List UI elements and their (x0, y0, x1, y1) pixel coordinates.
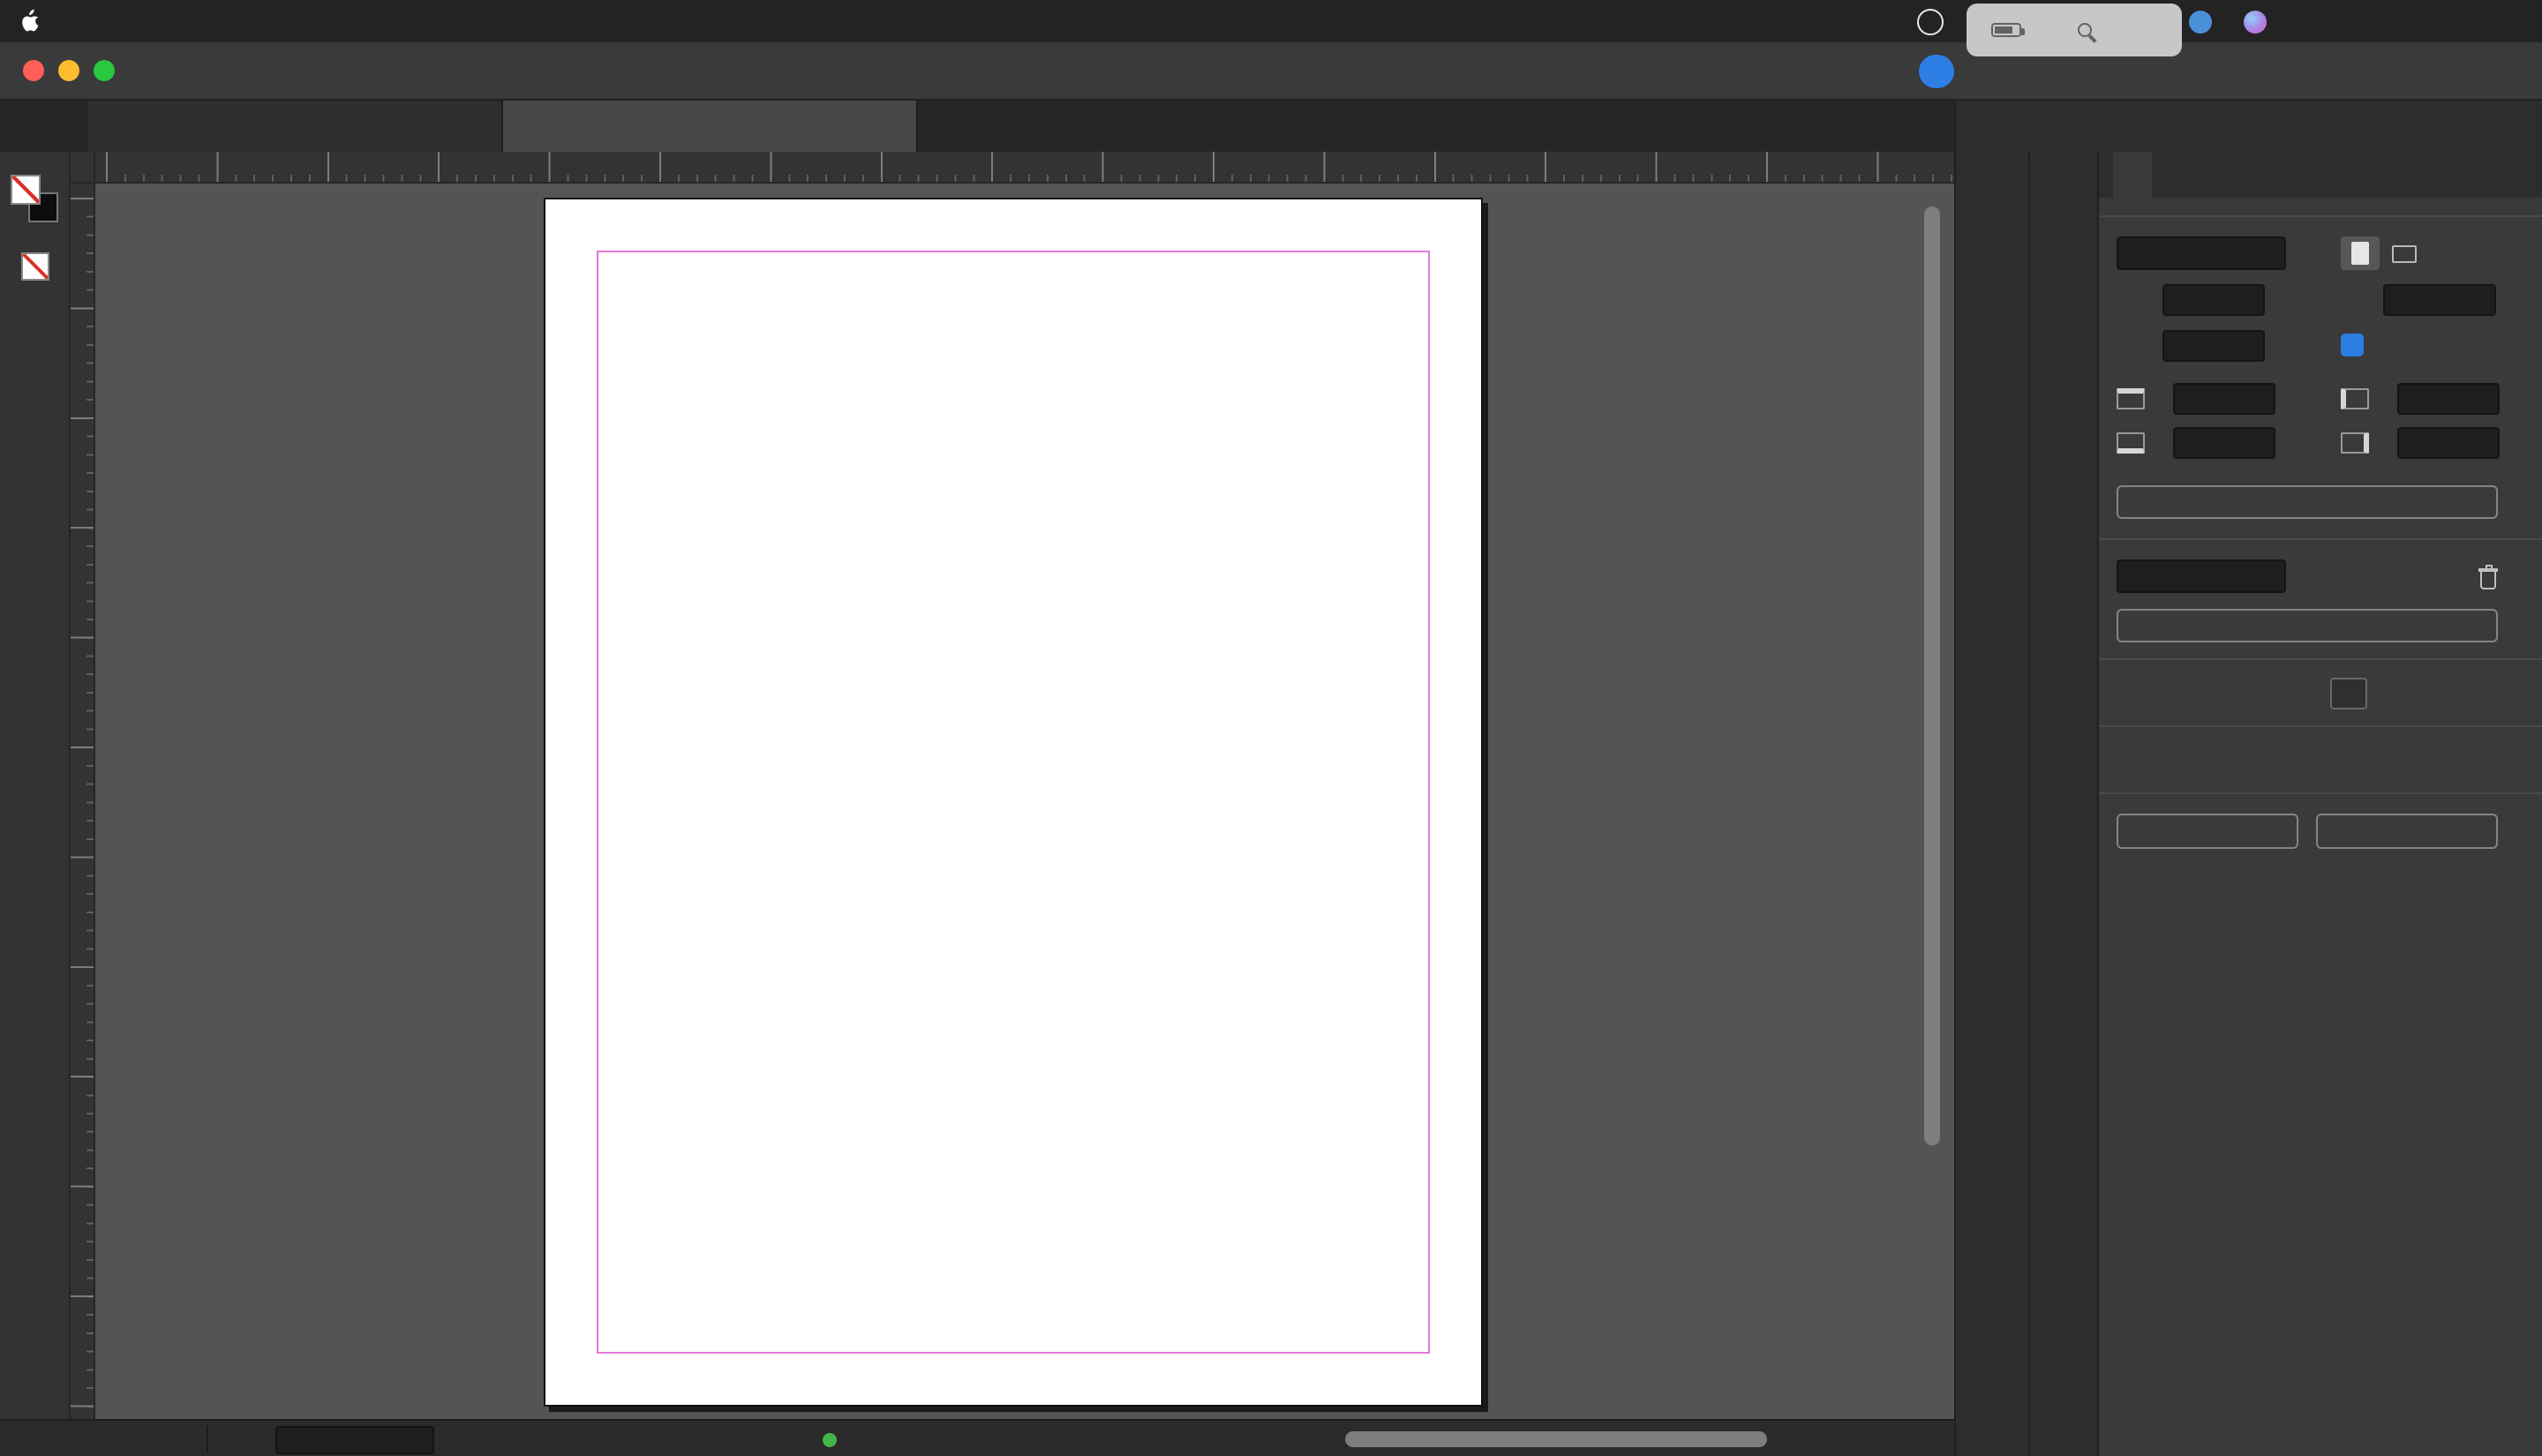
fill-stroke-swatches[interactable] (11, 175, 58, 222)
height-field[interactable] (2162, 329, 2265, 361)
pasteboard[interactable] (95, 184, 1954, 1419)
delete-page-button[interactable] (2478, 564, 2498, 589)
top-margin-icon (2117, 387, 2145, 409)
close-window-button[interactable] (23, 60, 44, 81)
status-bar (0, 1419, 1954, 1456)
divider (207, 1426, 208, 1452)
divider (2099, 658, 2542, 660)
add-page-button[interactable] (2420, 560, 2457, 592)
width-field[interactable] (2162, 283, 2265, 315)
document-page[interactable] (544, 198, 1483, 1407)
right-margin-field[interactable] (2397, 426, 2500, 458)
horizontal-scrollbar[interactable] (1345, 1431, 1767, 1447)
left-margin-icon (2341, 387, 2369, 409)
zoom-level-dropdown[interactable] (102, 1421, 111, 1456)
tab-untitled-2[interactable] (88, 101, 503, 152)
page-size-select[interactable] (2117, 236, 2286, 270)
divider (2099, 725, 2542, 727)
tab-pages[interactable] (2152, 152, 2191, 198)
margin-guides (597, 251, 1430, 1354)
dock-strip-a (1956, 152, 2027, 1456)
baseline-grid-button[interactable] (2397, 678, 2434, 709)
edit-page-button[interactable] (2117, 609, 2498, 642)
document-grid-button[interactable] (2464, 678, 2501, 709)
siri-icon[interactable] (2244, 0, 2267, 42)
current-page-select[interactable] (2117, 559, 2286, 593)
share-button[interactable] (1919, 55, 1954, 88)
indesign-window (0, 0, 2542, 1456)
user-avatar[interactable] (2189, 0, 2212, 42)
horizontal-ruler[interactable] (95, 152, 1954, 184)
facing-pages-checkbox[interactable] (2341, 334, 2364, 356)
lock-guides-button[interactable] (2397, 745, 2434, 777)
show-guides-button[interactable] (2330, 745, 2367, 777)
properties-panel (2097, 152, 2542, 1456)
toolbar-extras (11, 164, 58, 342)
vertical-ruler[interactable] (71, 184, 95, 1419)
show-rulers-button[interactable] (2330, 678, 2367, 709)
portrait-orientation-button[interactable] (2341, 236, 2380, 270)
tab-cc-libraries[interactable] (2191, 152, 2230, 198)
divider (2099, 538, 2542, 540)
bottom-margin-field[interactable] (2173, 426, 2275, 458)
smart-guides-button[interactable] (2464, 745, 2501, 777)
battery-icon[interactable] (1991, 23, 2025, 37)
top-margin-field[interactable] (2173, 382, 2275, 414)
apple-menu-icon[interactable] (21, 9, 41, 34)
dock-header-strip (1954, 101, 2542, 152)
vertical-scrollbar[interactable] (1924, 206, 1940, 1145)
toolbar-expand-chevron[interactable] (0, 101, 88, 152)
panel-dock (1954, 152, 2097, 1456)
adjust-layout-button[interactable] (2117, 485, 2498, 519)
tab-properties[interactable] (2113, 152, 2152, 198)
import-file-button[interactable] (2117, 814, 2298, 849)
left-margin-field[interactable] (2397, 382, 2500, 414)
no-errors-dot (823, 1432, 837, 1446)
ruler-origin-corner[interactable] (71, 152, 95, 184)
fill-swatch-none[interactable] (11, 175, 41, 205)
page-number-dropdown[interactable] (275, 1425, 434, 1453)
text-to-image-button[interactable] (2316, 814, 2498, 849)
bottom-margin-icon (2117, 432, 2145, 453)
document-tab-bar (0, 101, 2542, 152)
panel-tabs (2099, 152, 2542, 198)
menubar-status-widget-overlay (1967, 4, 2182, 56)
tab-untitled-5[interactable] (503, 101, 918, 152)
preflight-status-dropdown[interactable] (823, 1421, 876, 1456)
tools-panel (0, 152, 71, 1419)
search-icon[interactable] (2078, 23, 2092, 37)
right-margin-icon (2341, 432, 2369, 453)
pages-count-icon (2341, 283, 2378, 315)
apply-none-swatch[interactable] (20, 252, 49, 281)
traffic-lights (0, 60, 115, 81)
landscape-orientation-button[interactable] (2385, 236, 2424, 270)
screen (0, 0, 2542, 1456)
divider (2099, 792, 2542, 794)
minimize-window-button[interactable] (58, 60, 79, 81)
zoom-window-button[interactable] (94, 60, 115, 81)
preflight-profile-dropdown[interactable] (588, 1421, 717, 1456)
dock-strip-b (2028, 152, 2099, 1456)
pages-count-field[interactable] (2383, 283, 2496, 315)
creative-cloud-icon[interactable] (1917, 0, 1944, 42)
divider (2099, 215, 2542, 217)
